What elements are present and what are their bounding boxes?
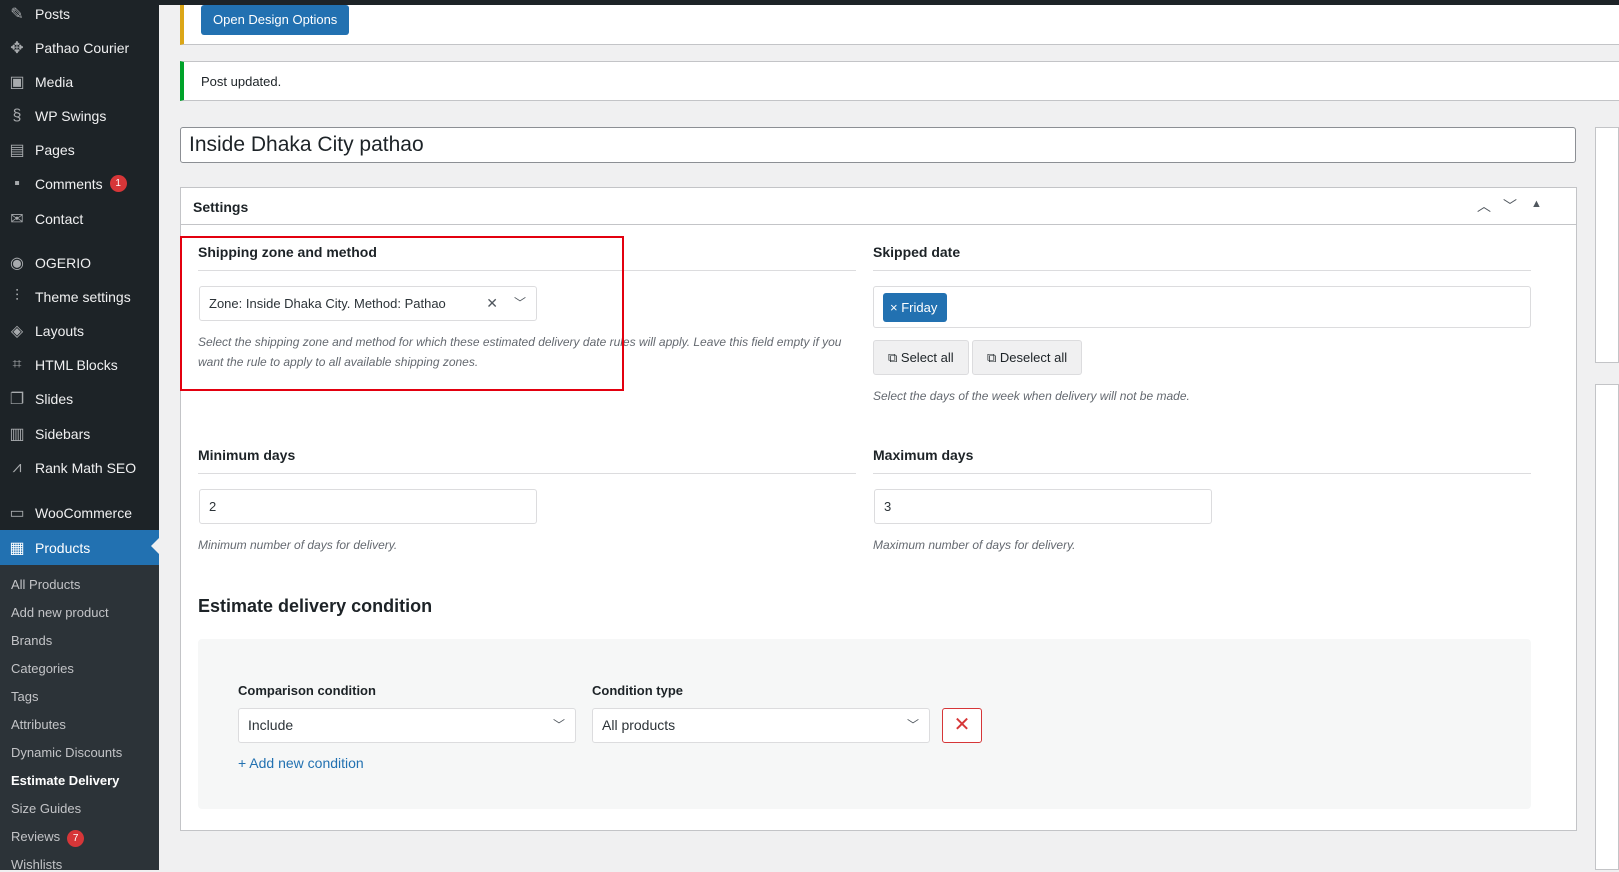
sidebar-item-posts[interactable]: ✎ Posts [0,0,159,30]
admin-sidebar: ✎ Posts ✥ Pathao Courier ▣ Media § WP Swings… [0,0,159,872]
close-icon: ✕ [953,714,971,736]
comment-icon: ▪ [14,174,20,192]
notice-text: Post updated. [201,74,282,89]
sidebar-item-woocommerce[interactable]: ▭ WooCommerce [0,496,159,529]
condition-type-label: Condition type [592,683,683,698]
submenu-item-add-new-product[interactable]: Add new product [11,605,109,620]
sidebar-item-comments[interactable]: ▪ Comments 1 [0,167,159,200]
sidebar-item-rank-math-seo[interactable]: ⩘ Rank Math SEO [0,451,159,484]
sidebar-item-theme-settings[interactable]: ⫶ Theme settings [0,280,159,313]
sidebar-item-contact[interactable]: ✉ Contact [0,202,159,235]
sidebar-item-slides[interactable]: ❐ Slides [0,382,159,415]
media-icon: ▣ [9,73,25,91]
maximum-days-description: Maximum number of days for delivery. [873,538,1076,552]
chart-icon: ⩘ [12,458,22,476]
mail-icon: ✉ [10,210,24,228]
sidebar-item-pages[interactable]: ▤ Pages [0,133,159,166]
minimum-days-input[interactable]: 2 [199,489,537,524]
submenu-item-brands[interactable]: Brands [11,633,52,648]
sidebar-item-html-blocks[interactable]: ⌗ HTML Blocks [0,348,159,381]
code-icon: ⌗ [12,355,22,373]
ogerio-icon: ◉ [10,254,24,272]
minimum-days-description: Minimum number of days for delivery. [198,538,398,552]
comparison-condition-label: Comparison condition [238,683,376,698]
deselect-all-icon: ⧉ [987,350,1000,365]
slides-icon: ❐ [9,390,25,408]
sidebar-item-media[interactable]: ▣ Media [0,65,159,98]
sidebar-item-ogerio[interactable]: ◉ OGERIO [0,246,159,279]
divider [198,473,856,474]
design-options-notice: Open Design Options [180,5,1619,45]
submenu-item-dynamic-discounts[interactable]: Dynamic Discounts [11,745,122,760]
products-submenu: All Products Add new product Brands Cate… [0,565,159,872]
move-down-icon[interactable]: ﹀ [1503,196,1517,216]
submenu-item-categories[interactable]: Categories [11,661,74,676]
publish-panel [1595,127,1619,363]
condition-type-select[interactable]: All products ﹀ [592,708,930,743]
submenu-item-attributes[interactable]: Attributes [11,717,66,732]
move-up-icon[interactable]: ︿ [1477,196,1491,216]
move-icon: ✥ [10,39,24,57]
submenu-item-estimate-delivery[interactable]: Estimate Delivery [11,773,119,788]
pin-icon: ✎ [10,5,24,23]
reviews-count-badge: 7 [67,830,85,847]
sliders-icon: ⫶ [14,287,19,305]
open-design-options-button[interactable]: Open Design Options [201,5,350,35]
submenu-item-size-guides[interactable]: Size Guides [11,801,81,816]
comparison-condition-select[interactable]: Include ﹀ [238,708,576,743]
skipped-day-tag: × Friday [883,293,948,322]
chevron-down-icon: ﹀ [906,718,919,732]
sidebar-item-layouts[interactable]: ◈ Layouts [0,314,159,347]
skipped-date-field[interactable]: × Friday [873,286,1531,328]
settings-header: Settings ︿ ﹀ ▲ [181,188,1576,225]
pages-icon: ▤ [9,141,25,159]
archive-icon: ▦ [9,539,25,557]
submenu-item-tags[interactable]: Tags [11,689,38,704]
divider [873,270,1531,271]
plus-icon: + [238,755,250,771]
comments-count-badge: 1 [109,175,127,192]
layers-icon: ◈ [10,322,24,340]
add-new-condition-link[interactable]: + Add new condition [238,755,364,771]
post-title-input[interactable]: Inside Dhaka City pathao [180,127,1576,163]
sidebar-item-products[interactable]: ▦ Products [0,530,159,565]
maximum-days-label: Maximum days [873,447,974,463]
deselect-all-button[interactable]: ⧉ Deselect all [972,340,1083,375]
chevron-down-icon: ﹀ [552,718,565,732]
select-all-icon: ⧉ [888,350,901,365]
divider [873,473,1531,474]
sidebar-icon: ▥ [9,425,25,443]
swings-icon: § [12,106,22,124]
minimum-days-label: Minimum days [198,447,296,463]
delete-condition-button[interactable]: ✕ [942,708,982,743]
sidebar-item-pathao-courier[interactable]: ✥ Pathao Courier [0,31,159,64]
sidebar-item-sidebars[interactable]: ▥ Sidebars [0,417,159,450]
submenu-item-all-products[interactable]: All Products [11,577,80,592]
side-panel [1595,384,1619,870]
post-updated-notice: Post updated. [180,61,1619,101]
skipped-date-label: Skipped date [873,244,961,260]
maximum-days-input[interactable]: 3 [874,489,1212,524]
highlight-box [180,236,624,391]
remove-tag-icon[interactable]: × [890,300,901,315]
condition-section-title: Estimate delivery condition [198,596,433,616]
submenu-item-reviews[interactable]: Reviews 7 [11,829,85,847]
toggle-panel-icon[interactable]: ▲ [1531,198,1542,210]
settings-title: Settings [193,199,249,215]
select-all-button[interactable]: ⧉ Select all [873,340,969,375]
skipped-date-description: Select the days of the week when deliver… [873,389,1190,403]
woo-icon: ▭ [9,504,25,522]
sidebar-item-wp-swings[interactable]: § WP Swings [0,99,159,132]
